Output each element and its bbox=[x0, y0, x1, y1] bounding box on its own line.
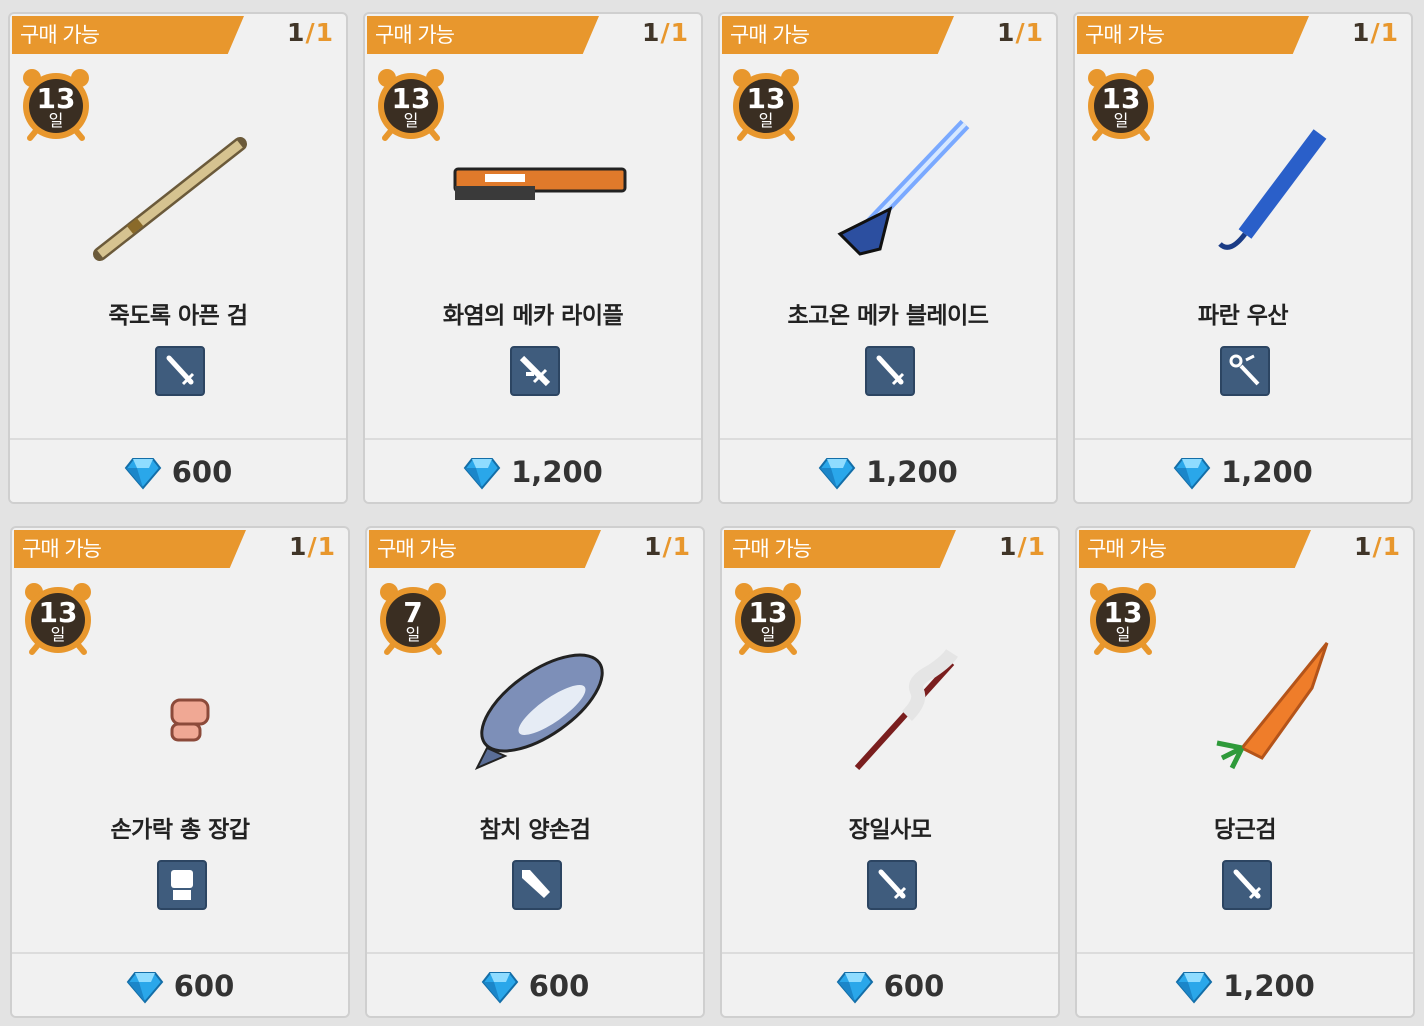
available-badge: 구매 가능 bbox=[724, 530, 956, 568]
sword-icon bbox=[867, 860, 917, 910]
diamond-gem-icon bbox=[1175, 972, 1213, 1004]
diamond-gem-icon bbox=[836, 972, 874, 1004]
stock-count: 1/1 bbox=[1354, 532, 1401, 561]
item-name: 초고온 메카 블레이드 bbox=[787, 303, 989, 329]
serpent-spear-image bbox=[854, 649, 958, 771]
shop-item-card-4[interactable]: 구매 가능 1/1 13 일 파란 우산 1,200 bbox=[1073, 12, 1413, 504]
price-bar[interactable]: 600 bbox=[12, 954, 348, 1016]
price-value: 600 bbox=[171, 455, 233, 489]
diamond-gem-icon bbox=[1173, 458, 1211, 490]
price-value: 600 bbox=[883, 969, 945, 1003]
available-badge: 구매 가능 bbox=[722, 16, 954, 54]
tuna-image bbox=[474, 653, 604, 770]
available-badge: 구매 가능 bbox=[1077, 16, 1309, 54]
item-name: 죽도록 아픈 검 bbox=[108, 303, 248, 329]
item-name: 화염의 메카 라이플 bbox=[442, 303, 624, 329]
price-value: 600 bbox=[528, 969, 590, 1003]
stock-count: 1/1 bbox=[997, 18, 1044, 47]
sword-icon bbox=[155, 346, 205, 396]
price-bar[interactable]: 600 bbox=[367, 954, 703, 1016]
shop-item-card-3[interactable]: 구매 가능 1/1 13 일 초고온 메카 블레이드 1,200 bbox=[718, 12, 1058, 504]
diamond-gem-icon bbox=[481, 972, 519, 1004]
shop-item-card-1[interactable]: 구매 가능 1/1 13 일 죽도록 아픈 검 600 bbox=[8, 12, 348, 504]
price-value: 1,200 bbox=[511, 455, 603, 489]
price-bar[interactable]: 1,200 bbox=[1075, 440, 1411, 502]
diamond-gem-icon bbox=[124, 458, 162, 490]
stock-count: 1/1 bbox=[289, 532, 336, 561]
price-bar[interactable]: 1,200 bbox=[720, 440, 1056, 502]
blue-umbrella-image bbox=[1218, 129, 1327, 250]
diamond-gem-icon bbox=[126, 972, 164, 1004]
item-name: 당근검 bbox=[1214, 817, 1276, 843]
price-bar[interactable]: 1,200 bbox=[365, 440, 701, 502]
item-name: 참치 양손검 bbox=[479, 817, 591, 843]
stock-count: 1/1 bbox=[999, 532, 1046, 561]
shop-item-grid: 구매 가능 1/1 13 일 죽도록 아픈 검 600 구매 가능 1/1 13… bbox=[0, 0, 1424, 1026]
item-name: 파란 우산 bbox=[1197, 303, 1289, 329]
shop-item-card-5[interactable]: 구매 가능 1/1 13 일 손가락 총 장갑 600 bbox=[10, 526, 350, 1018]
price-value: 600 bbox=[173, 969, 235, 1003]
item-name: 장일사모 bbox=[848, 817, 932, 843]
available-badge: 구매 가능 bbox=[14, 530, 246, 568]
price-value: 1,200 bbox=[1221, 455, 1313, 489]
sword-icon bbox=[1222, 860, 1272, 910]
item-name: 손가락 총 장갑 bbox=[110, 817, 250, 843]
available-badge: 구매 가능 bbox=[369, 530, 601, 568]
price-bar[interactable]: 1,200 bbox=[1077, 954, 1413, 1016]
mecha-blade-image bbox=[837, 119, 970, 256]
price-bar[interactable]: 600 bbox=[722, 954, 1058, 1016]
shop-item-card-2[interactable]: 구매 가능 1/1 13 일 화염의 메카 라이플 1,200 bbox=[363, 12, 703, 504]
shop-item-card-6[interactable]: 구매 가능 1/1 7 일 참치 양손검 600 bbox=[365, 526, 705, 1018]
stock-count: 1/1 bbox=[644, 532, 691, 561]
fist-icon bbox=[157, 860, 207, 910]
price-value: 1,200 bbox=[1223, 969, 1315, 1003]
rifle-icon bbox=[510, 346, 560, 396]
price-bar[interactable]: 600 bbox=[10, 440, 346, 502]
diamond-gem-icon bbox=[463, 458, 501, 490]
diamond-gem-icon bbox=[818, 458, 856, 490]
stock-count: 1/1 bbox=[287, 18, 334, 47]
shop-item-card-7[interactable]: 구매 가능 1/1 13 일 장일사모 600 bbox=[720, 526, 1060, 1018]
bamboo-sword-image bbox=[93, 137, 247, 261]
wand-icon bbox=[1220, 346, 1270, 396]
available-badge: 구매 가능 bbox=[367, 16, 599, 54]
finger-gun-glove-image bbox=[170, 698, 210, 742]
shop-item-card-8[interactable]: 구매 가능 1/1 13 일 당근검 1,200 bbox=[1075, 526, 1415, 1018]
price-value: 1,200 bbox=[866, 455, 958, 489]
available-badge: 구매 가능 bbox=[12, 16, 244, 54]
stock-count: 1/1 bbox=[1352, 18, 1399, 47]
available-badge: 구매 가능 bbox=[1079, 530, 1311, 568]
sword-icon bbox=[865, 346, 915, 396]
greatsword-icon bbox=[512, 860, 562, 910]
mecha-rifle-image bbox=[453, 167, 627, 200]
stock-count: 1/1 bbox=[642, 18, 689, 47]
carrot-sword-image bbox=[1216, 642, 1329, 770]
